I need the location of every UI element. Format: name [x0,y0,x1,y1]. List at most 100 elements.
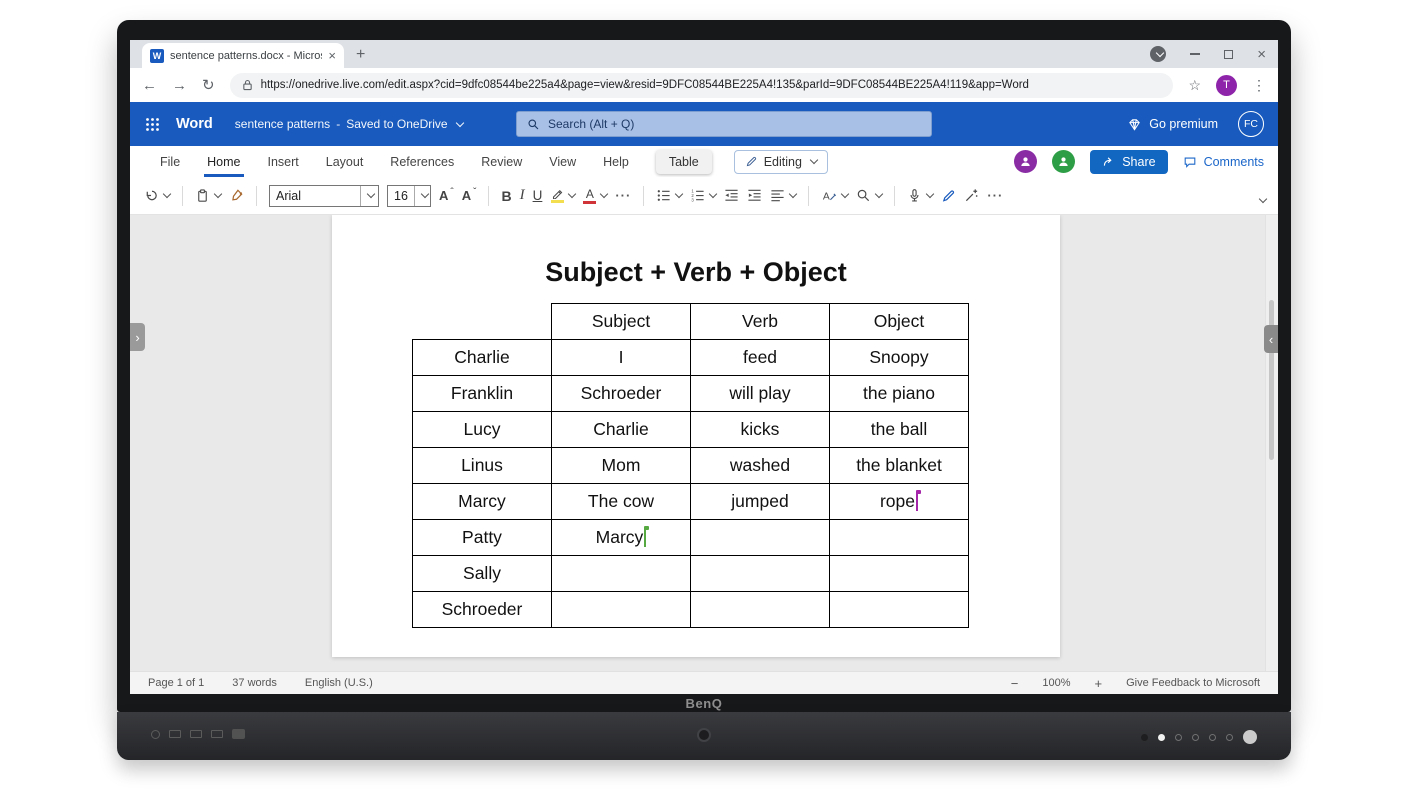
window-close-button[interactable]: × [1257,47,1266,62]
table-cell[interactable]: The cow [552,484,691,520]
table-cell[interactable]: Charlie [552,412,691,448]
browser-menu-icon[interactable]: ⋮ [1252,77,1266,94]
font-size-select[interactable]: 16 [387,185,431,207]
numbered-list-button[interactable]: 123 [690,188,716,203]
document-title[interactable]: Subject + Verb + Object [332,257,1060,288]
search-input[interactable]: Search (Alt + Q) [516,111,932,137]
table-cell[interactable]: Snoopy [830,340,969,376]
format-painter-button[interactable] [229,188,244,203]
collapse-ribbon-button[interactable] [1257,189,1266,207]
font-color-button[interactable]: A [583,188,607,204]
table-header-cell[interactable]: Verb [691,304,830,340]
url-bar[interactable]: https://onedrive.live.com/edit.aspx?cid=… [230,73,1174,98]
table-cell[interactable]: washed [691,448,830,484]
alignment-button[interactable] [770,188,796,203]
more-commands-button[interactable]: ··· [987,188,1003,203]
app-launcher-icon[interactable] [145,117,160,132]
table-cell[interactable] [691,520,830,556]
tab-close-icon[interactable]: × [328,49,336,62]
table-cell[interactable]: Schroeder [413,592,552,628]
back-button[interactable]: ← [142,78,157,93]
left-panel-toggle[interactable]: › [130,323,145,351]
share-button[interactable]: Share [1090,150,1167,174]
table-cell[interactable]: the blanket [830,448,969,484]
editing-mode-button[interactable]: Editing [734,150,828,174]
table-cell[interactable] [830,556,969,592]
font-name-select[interactable]: Arial [269,185,379,207]
word-app-name[interactable]: Word [176,116,213,132]
menu-references[interactable]: References [390,146,454,177]
menu-help[interactable]: Help [603,146,629,177]
table-cell[interactable]: rope [830,484,969,520]
zoom-out-button[interactable]: − [1011,676,1019,691]
styles-button[interactable]: A [821,188,848,203]
table-cell[interactable]: Patty [413,520,552,556]
table-cell[interactable]: the piano [830,376,969,412]
forward-button[interactable]: → [172,78,187,93]
menu-view[interactable]: View [549,146,576,177]
find-button[interactable] [856,188,882,203]
zoom-in-button[interactable]: + [1095,676,1103,691]
feedback-link[interactable]: Give Feedback to Microsoft [1126,677,1260,689]
underline-button[interactable]: U [533,188,543,203]
coauthor-avatar-purple[interactable] [1014,150,1037,173]
bullet-list-button[interactable] [656,188,682,203]
increase-indent-button[interactable] [747,188,762,203]
coauthor-avatar-green[interactable] [1052,150,1075,173]
shrink-font-button[interactable]: Aˇ [462,188,477,203]
bold-button[interactable]: B [501,188,511,204]
dictate-button[interactable] [907,188,933,203]
table-cell[interactable]: will play [691,376,830,412]
editor-wand-button[interactable] [964,188,979,203]
table-cell[interactable]: the ball [830,412,969,448]
menu-layout[interactable]: Layout [326,146,364,177]
table-header-cell[interactable]: Subject [552,304,691,340]
word-count[interactable]: 37 words [232,677,277,689]
menu-insert[interactable]: Insert [268,146,299,177]
browser-status-badge-icon[interactable] [1150,46,1166,62]
scrollbar-thumb[interactable] [1269,300,1274,460]
table-cell[interactable] [691,592,830,628]
table-cell[interactable] [830,592,969,628]
draw-button[interactable] [941,188,956,203]
more-font-options-button[interactable]: ··· [615,188,631,203]
scrollbar-track[interactable] [1265,215,1278,671]
browser-profile-avatar[interactable]: T [1216,75,1237,96]
account-avatar[interactable]: FC [1238,111,1264,137]
language-status[interactable]: English (U.S.) [305,677,373,689]
table-cell[interactable]: kicks [691,412,830,448]
go-premium-button[interactable]: Go premium [1127,117,1218,132]
table-cell[interactable]: jumped [691,484,830,520]
menu-review[interactable]: Review [481,146,522,177]
table-cell[interactable] [691,556,830,592]
menu-file[interactable]: File [160,146,180,177]
maximize-button[interactable] [1224,50,1233,59]
table-cell[interactable]: Marcy [552,520,691,556]
table-cell[interactable] [830,520,969,556]
table-cell[interactable]: Marcy [413,484,552,520]
zoom-level[interactable]: 100% [1042,677,1070,689]
bookmark-star-icon[interactable]: ☆ [1188,77,1201,94]
document-name[interactable]: sentence patterns - Saved to OneDrive [235,117,463,131]
table-cell[interactable]: Sally [413,556,552,592]
new-tab-button[interactable]: + [356,47,365,63]
table-header-cell[interactable]: Object [830,304,969,340]
reload-button[interactable]: ↻ [202,78,215,93]
menu-home[interactable]: Home [207,146,240,177]
highlight-button[interactable] [550,188,575,203]
table-cell[interactable] [552,556,691,592]
page-count[interactable]: Page 1 of 1 [148,677,204,689]
table-cell[interactable]: Schroeder [552,376,691,412]
minimize-button[interactable] [1190,53,1200,55]
italic-button[interactable]: I [520,187,525,204]
browser-tab[interactable]: W sentence patterns.docx - Microso × [142,43,344,68]
right-panel-toggle[interactable]: ‹ [1264,325,1278,353]
undo-button[interactable] [144,188,170,203]
table-cell[interactable] [552,592,691,628]
table-cell[interactable]: Mom [552,448,691,484]
table-cell[interactable]: Lucy [413,412,552,448]
grow-font-button[interactable]: Aˆ [439,188,454,203]
table-cell[interactable]: Linus [413,448,552,484]
decrease-indent-button[interactable] [724,188,739,203]
menu-table-contextual[interactable]: Table [656,150,712,174]
